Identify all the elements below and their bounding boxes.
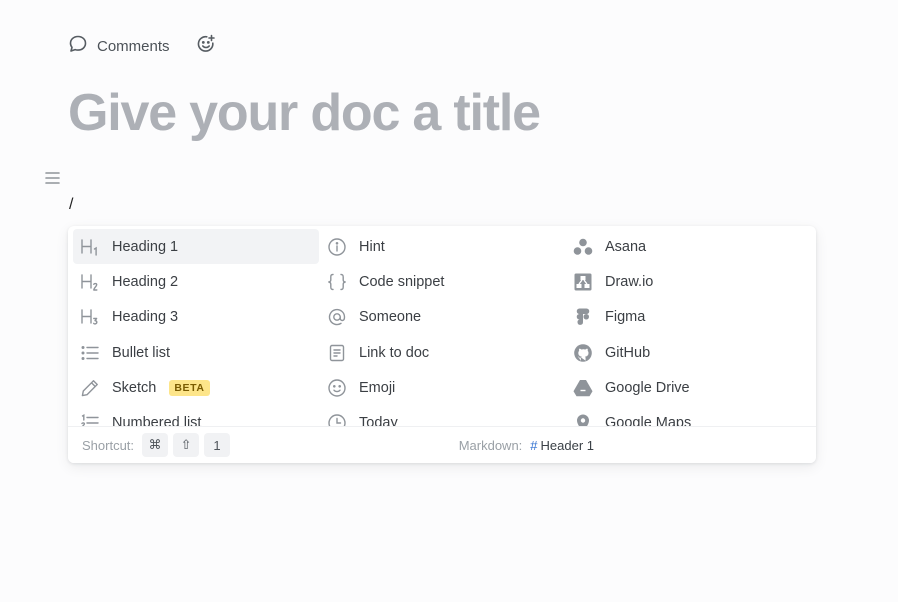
doc-toolbar: Comments bbox=[68, 34, 216, 59]
heading-2-icon bbox=[80, 272, 100, 292]
shortcut-key-shift: ⇧ bbox=[173, 433, 200, 457]
menu-item-heading-2[interactable]: Heading 2 bbox=[73, 264, 319, 299]
menu-item-github[interactable]: GitHub bbox=[566, 335, 812, 370]
menu-item-emoji[interactable]: Emoji bbox=[320, 370, 566, 405]
info-icon bbox=[327, 237, 347, 257]
shortcut-key-1: 1 bbox=[204, 433, 231, 457]
menu-item-heading-1[interactable]: Heading 1 bbox=[73, 229, 319, 265]
asana-icon bbox=[573, 237, 593, 257]
markdown-label: Markdown: bbox=[458, 437, 523, 453]
menu-item-label: Heading 2 bbox=[112, 273, 179, 290]
menu-item-bullet-list[interactable]: Bullet list bbox=[73, 335, 319, 370]
editor-typed-text[interactable]: / bbox=[69, 196, 73, 214]
comment-bubble-icon bbox=[68, 34, 88, 59]
shortcut-label: Shortcut: bbox=[82, 437, 135, 453]
at-icon bbox=[327, 307, 347, 327]
github-icon bbox=[573, 343, 593, 363]
menu-item-label: Link to doc bbox=[359, 344, 430, 361]
markdown-hint: Markdown: # Header 1 bbox=[459, 438, 594, 453]
menu-item-sketch[interactable]: Sketch BETA bbox=[73, 370, 319, 405]
menu-footer: Shortcut: ⌘ ⇧ 1 Markdown: # Header 1 bbox=[68, 426, 816, 463]
menu-column-formatting: Heading 1 Heading 2 Heading 3 Bullet lis… bbox=[73, 229, 319, 426]
menu-item-label: Sketch bbox=[112, 379, 157, 396]
braces-icon bbox=[327, 272, 347, 292]
menu-item-drawio[interactable]: Draw.io bbox=[566, 264, 812, 299]
menu-item-label: Heading 3 bbox=[112, 309, 179, 326]
menu-item-label: Numbered list bbox=[112, 415, 202, 426]
menu-item-link-to-doc[interactable]: Link to doc bbox=[320, 335, 566, 370]
menu-item-label: Someone bbox=[359, 309, 422, 326]
heading-3-icon bbox=[80, 307, 100, 327]
google-drive-icon bbox=[573, 378, 593, 398]
comments-button[interactable]: Comments bbox=[68, 34, 170, 59]
menu-item-heading-3[interactable]: Heading 3 bbox=[73, 300, 319, 335]
doc-title-input[interactable]: Give your doc a title bbox=[68, 82, 541, 144]
menu-item-label: Bullet list bbox=[112, 344, 171, 361]
add-reaction-button[interactable] bbox=[196, 34, 216, 59]
menu-item-google-maps[interactable]: Google Maps bbox=[566, 405, 812, 426]
menu-item-label: Emoji bbox=[359, 379, 396, 396]
beta-badge: BETA bbox=[169, 379, 210, 396]
menu-item-label: Google Drive bbox=[605, 379, 690, 396]
menu-item-label: Google Maps bbox=[605, 415, 692, 426]
markdown-hash: # bbox=[530, 437, 538, 453]
menu-item-label: Code snippet bbox=[359, 273, 445, 290]
menu-item-label: Asana bbox=[605, 238, 647, 255]
drag-handle-icon[interactable] bbox=[44, 170, 62, 191]
menu-item-numbered-list[interactable]: Numbered list bbox=[73, 405, 319, 426]
menu-item-label: Figma bbox=[605, 309, 646, 326]
add-emoji-icon bbox=[196, 34, 216, 59]
menu-item-today[interactable]: Today bbox=[320, 405, 566, 426]
heading-1-icon bbox=[80, 237, 100, 257]
clock-icon bbox=[327, 413, 347, 426]
drawio-icon bbox=[573, 272, 593, 292]
shortcut-key-cmd: ⌘ bbox=[142, 433, 169, 457]
menu-items: Heading 1 Heading 2 Heading 3 Bullet lis… bbox=[68, 226, 816, 426]
markdown-text: Header 1 bbox=[540, 437, 594, 453]
menu-item-figma[interactable]: Figma bbox=[566, 300, 812, 335]
menu-column-inline: Hint Code snippet Someone Link to doc Em… bbox=[320, 229, 566, 426]
menu-item-label: Hint bbox=[359, 238, 385, 255]
pencil-icon bbox=[80, 378, 100, 398]
bullet-list-icon bbox=[80, 343, 100, 363]
figma-icon bbox=[573, 307, 593, 327]
comments-label: Comments bbox=[97, 37, 170, 55]
menu-item-asana[interactable]: Asana bbox=[566, 229, 812, 264]
menu-item-label: Today bbox=[359, 415, 398, 426]
menu-item-label: Heading 1 bbox=[112, 238, 179, 255]
menu-item-code-snippet[interactable]: Code snippet bbox=[320, 264, 566, 299]
menu-item-google-drive[interactable]: Google Drive bbox=[566, 370, 812, 405]
doc-link-icon bbox=[327, 343, 347, 363]
menu-item-label: Draw.io bbox=[605, 273, 654, 290]
menu-item-label: GitHub bbox=[605, 344, 651, 361]
menu-column-embeds: Asana Draw.io Figma GitHub Google Drive … bbox=[566, 229, 812, 426]
numbered-list-icon bbox=[80, 413, 100, 426]
smiley-icon bbox=[327, 378, 347, 398]
menu-item-someone[interactable]: Someone bbox=[320, 300, 566, 335]
menu-item-hint[interactable]: Hint bbox=[320, 229, 566, 264]
map-pin-icon bbox=[573, 413, 593, 426]
markdown-value: # Header 1 bbox=[530, 438, 594, 453]
slash-command-menu: Heading 1 Heading 2 Heading 3 Bullet lis… bbox=[68, 226, 816, 463]
